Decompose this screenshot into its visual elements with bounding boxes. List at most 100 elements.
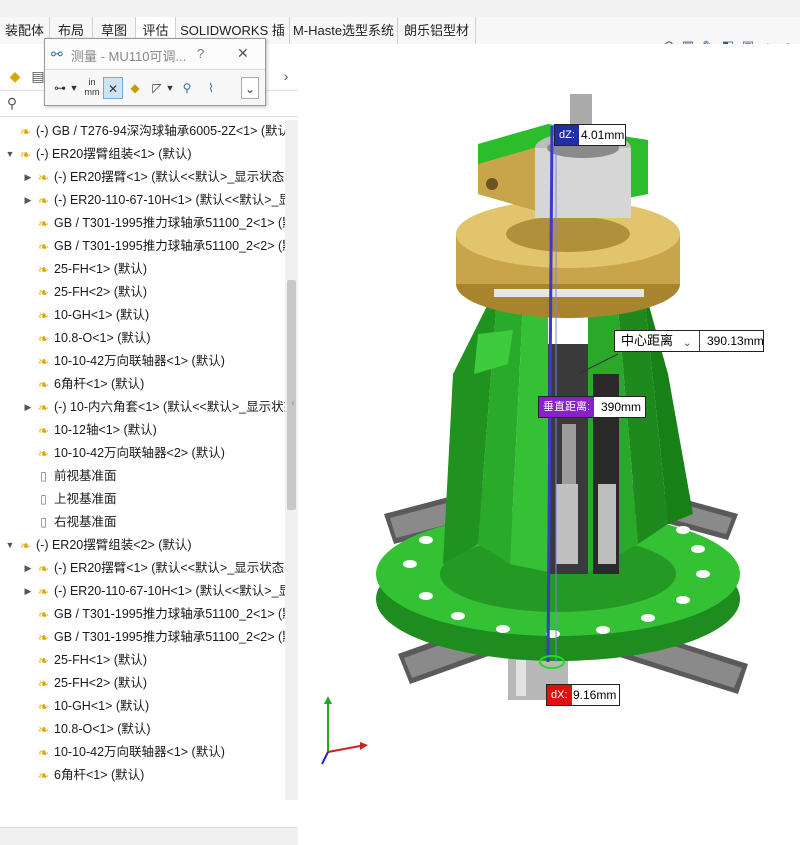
tree-node-label: 10-GH<1> (默认) [54,699,150,713]
tree-node[interactable]: ❧ 10-10-42万向联轴器<1> (默认) [0,741,285,764]
tree-node[interactable]: ▶ ❧ (-) ER20-110-67-10H<1> (默认<<默认>_显 [0,189,285,212]
tree-node[interactable]: ▶ ❧ (-) ER20-110-67-10H<1> (默认<<默认>_显 [0,580,285,603]
part-icon: ❧ [38,699,49,714]
tree-node[interactable]: ❧ 10-12轴<1> (默认) [0,419,285,442]
tree-node-label: (-) ER20摆臂<1> (默认<<默认>_显示状态 1 [54,170,285,184]
tree-node-label: GB / T301-1995推力球轴承51100_2<2> (默 [54,630,285,644]
tree-node-label: (-) ER20摆臂组装<2> (默认) [36,538,192,552]
help-button[interactable]: ? [197,46,204,61]
tab-assembly[interactable]: 装配体 [0,17,50,44]
measure-icon: ⚯ [51,46,63,62]
tree-node[interactable]: ❧ 6角杆<1> (默认) [0,764,285,787]
measurement-history-icon[interactable]: ⚲ [177,77,197,99]
tree-node[interactable]: ▯ 右视基准面 [0,511,285,534]
tree-node-label: 6角杆<1> (默认) [54,377,145,391]
tree-node[interactable]: ❧ 25-FH<1> (默认) [0,649,285,672]
tree-node[interactable]: ❧ 10-10-42万向联轴器<1> (默认) [0,350,285,373]
arc-options-dropdown-icon[interactable]: ▼ [69,77,79,99]
tree-vertical-scrollbar[interactable] [285,120,298,800]
measure-dialog-title: 测量 - MU110可调... [71,49,187,64]
center-distance-callout: 中心距离 ⌄ 390.13mm [614,330,764,352]
part-icon: ❧ [38,262,49,277]
tree-node[interactable]: ❧ GB / T301-1995推力球轴承51100_2<1> (默 [0,212,285,235]
dx-value: 9.16mm [573,688,617,702]
tree-node[interactable]: ▼ ❧ (-) ER20摆臂组装<2> (默认) [0,534,285,557]
arc-circle-measure-icon[interactable]: ⊶ [49,77,71,99]
tree-node[interactable]: ▶ ❧ (-) 10-内六角套<1> (默认<<默认>_显示状态 [0,396,285,419]
expand-arrow-icon[interactable]: ▶ [22,396,34,419]
expand-arrow-icon[interactable]: ▶ [22,580,34,603]
part-icon: ❧ [38,423,49,438]
tree-node[interactable]: ❧ 10-GH<1> (默认) [0,695,285,718]
part-icon: ❧ [38,768,49,783]
expand-arrow-icon[interactable]: ▶ [22,189,34,212]
close-button[interactable]: ✕ [237,45,249,62]
tree-node-label: 右视基准面 [54,515,117,529]
panel-splitter-arrow-icon[interactable]: ‹ [289,390,297,418]
part-icon: ❧ [38,745,49,760]
tree-node[interactable]: ❧ 25-FH<1> (默认) [0,258,285,281]
command-bar-strip [0,0,800,18]
part-icon: ❧ [38,722,49,737]
assembly-icon: ❧ [20,147,31,162]
create-sensor-icon[interactable]: ⌇ [201,77,221,99]
filter-icon[interactable]: ⚲ [2,93,22,113]
tree-node-label: 25-FH<2> (默认) [54,285,148,299]
tree-node-label: (-) ER20-110-67-10H<1> (默认<<默认>_显 [54,193,285,207]
tree-node[interactable]: ▯ 前视基准面 [0,465,285,488]
internal-shafts [548,344,619,574]
part-icon: ❧ [38,561,49,576]
units-precision-button[interactable]: in mm [83,77,101,99]
projection-dropdown-icon[interactable]: ▼ [165,77,175,99]
tree-node[interactable]: ▯ 上视基准面 [0,488,285,511]
tree-node[interactable]: ❧ 10-GH<1> (默认) [0,304,285,327]
vertical-distance-label: 垂直距离: [539,397,595,417]
tree-node-label: 25-FH<1> (默认) [54,653,148,667]
tree-node[interactable]: ❧ GB / T301-1995推力球轴承51100_2<2> (默 [0,626,285,649]
part-icon: ❧ [38,308,49,323]
projection-icon[interactable]: ◸ [147,77,167,99]
vertical-distance-value: 390mm [601,400,642,414]
expand-dialog-button[interactable]: ⌄ [241,77,259,99]
tree-horizontal-scrollbar[interactable] [0,827,298,845]
triad-axes-icon [321,696,368,765]
tree-node[interactable]: ❧ 10-10-42万向联轴器<2> (默认) [0,442,285,465]
tree-node-label: (-) ER20摆臂组装<1> (默认) [36,147,192,161]
measure-dialog-titlebar[interactable]: ⚯ 测量 - MU110可调... ? ✕ [45,39,265,70]
tree-node-label: (-) ER20-110-67-10H<1> (默认<<默认>_显 [54,584,285,598]
chevron-down-icon[interactable]: ⌄ [683,333,691,355]
tree-node[interactable]: ❧ (-) GB / T276-94深沟球轴承6005-2Z<1> (默认 [0,120,285,143]
expand-arrow-icon[interactable]: ▶ [22,557,34,580]
collapse-arrow-icon[interactable]: ▼ [4,143,16,166]
tree-node-label: (-) GB / T276-94深沟球轴承6005-2Z<1> (默认 [36,124,285,138]
tab-mhaste[interactable]: M-Haste选型系统 [290,17,398,44]
expand-panel-icon[interactable]: › [276,66,296,86]
tree-node-label: 前视基准面 [54,469,117,483]
part-icon: ❧ [38,584,49,599]
tree-node[interactable]: ❧ 10.8-O<1> (默认) [0,718,285,741]
tab-langle-profile[interactable]: 朗乐铝型材 [398,17,476,44]
tree-node[interactable]: ❧ GB / T301-1995推力球轴承51100_2<2> (默 [0,235,285,258]
feature-manager-tab-icon[interactable]: ◆ [5,66,25,86]
tree-node[interactable]: ❧ GB / T301-1995推力球轴承51100_2<1> (默 [0,603,285,626]
tree-node[interactable]: ❧ 25-FH<2> (默认) [0,281,285,304]
tree-node[interactable]: ▶ ❧ (-) ER20摆臂<1> (默认<<默认>_显示状态 1 [0,166,285,189]
tree-node[interactable]: ❧ 25-FH<2> (默认) [0,672,285,695]
show-xyz-measurements-icon[interactable]: ✕ [103,77,123,99]
tree-node[interactable]: ▶ ❧ (-) ER20摆臂<1> (默认<<默认>_显示状态 1 [0,557,285,580]
part-icon: ❧ [38,170,49,185]
tree-node[interactable]: ❧ 10.8-O<1> (默认) [0,327,285,350]
graphics-viewport[interactable]: dZ: 4.01mm 中心距离 ⌄ 390.13mm 垂直距离: 390mm d… [298,44,800,800]
plane-icon: ▯ [40,469,47,483]
tree-node[interactable]: ❧ 6角杆<1> (默认) [0,373,285,396]
tree-node[interactable]: ▼ ❧ (-) ER20摆臂组装<1> (默认) [0,143,285,166]
point-to-point-icon[interactable]: ◆ [125,77,145,99]
tree-node-label: 10-10-42万向联轴器<1> (默认) [54,745,225,759]
expand-arrow-icon[interactable]: ▶ [22,166,34,189]
collapse-arrow-icon[interactable]: ▼ [4,534,16,557]
feature-tree: ❧ (-) GB / T276-94深沟球轴承6005-2Z<1> (默认 ▼ ❧ (-… [0,120,285,800]
tree-node-label: 10.8-O<1> (默认) [54,722,151,736]
tree-node-label: GB / T301-1995推力球轴承51100_2<2> (默 [54,239,285,253]
assembly-icon: ❧ [20,538,31,553]
tree-node-label: GB / T301-1995推力球轴承51100_2<1> (默 [54,607,285,621]
